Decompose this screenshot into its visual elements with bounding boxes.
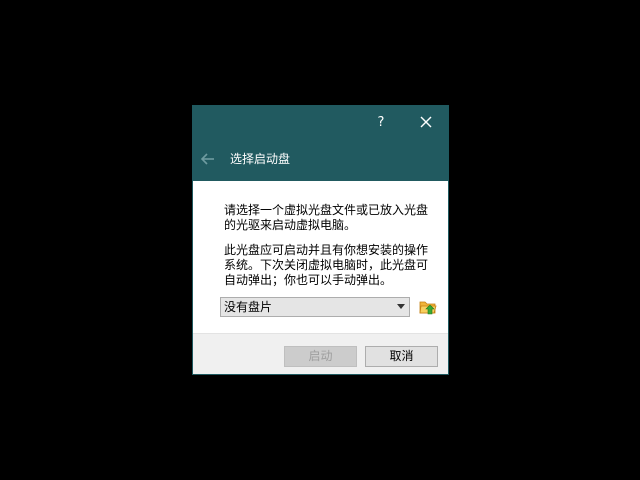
title-bar: ?: [193, 106, 448, 138]
instruction-text: 请选择一个虚拟光盘文件或已放入光盘的光驱来启动虚拟电脑。: [224, 203, 429, 232]
folder-open-icon: [419, 301, 437, 315]
screen: ? 选择启动盘 请选择一个虚拟光盘文件或已放入光盘的光驱来启动虚拟电脑。 此光盘…: [0, 0, 640, 480]
dialog-content: 请选择一个虚拟光盘文件或已放入光盘的光驱来启动虚拟电脑。 此光盘应可启动并且有你…: [193, 181, 448, 333]
dialog-footer: 启动 取消: [193, 333, 448, 374]
back-arrow-icon[interactable]: [199, 150, 217, 168]
chevron-down-icon: [397, 304, 405, 309]
description-text: 此光盘应可启动并且有你想安装的操作系统。下次关闭虚拟电脑时，此光盘可自动弹出；你…: [224, 243, 429, 287]
select-boot-disk-dialog: ? 选择启动盘 请选择一个虚拟光盘文件或已放入光盘的光驱来启动虚拟电脑。 此光盘…: [192, 105, 449, 375]
disk-select[interactable]: 没有盘片: [220, 297, 410, 317]
close-icon: [420, 116, 432, 128]
start-button[interactable]: 启动: [284, 346, 357, 367]
dialog-title: 选择启动盘: [230, 152, 291, 166]
help-button[interactable]: ?: [359, 106, 403, 138]
wizard-header: 选择启动盘: [193, 138, 448, 181]
close-button[interactable]: [404, 106, 448, 138]
choose-disk-file-button[interactable]: [418, 297, 438, 317]
cancel-button[interactable]: 取消: [365, 346, 438, 367]
disk-select-value: 没有盘片: [224, 300, 273, 314]
